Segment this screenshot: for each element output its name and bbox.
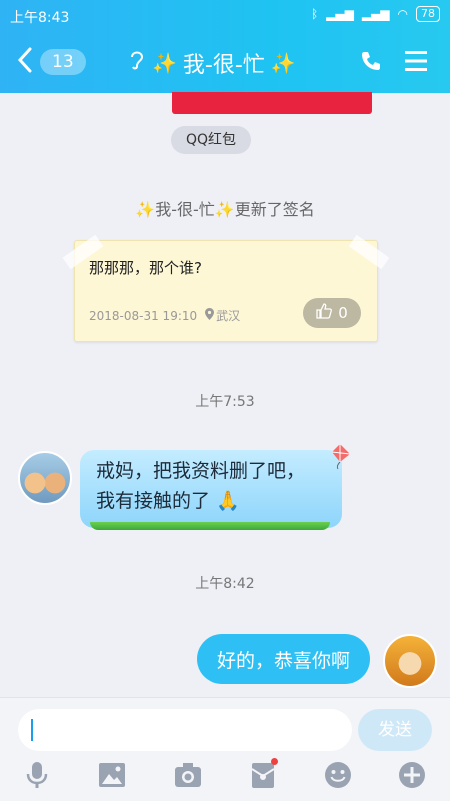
text-caret	[31, 719, 33, 741]
incoming-message-text: 我有接触的了	[96, 490, 211, 512]
battery-level: 78	[416, 6, 440, 22]
status-icons: ᛒ ▂▄▆ ▂▄▆ ◠ 78	[311, 6, 440, 22]
message-input[interactable]	[18, 709, 352, 751]
like-count: 0	[338, 304, 348, 322]
like-button[interactable]: 0	[303, 298, 361, 328]
contact-avatar[interactable]	[18, 451, 72, 505]
outgoing-message-text: 好的，恭喜你啊	[216, 649, 350, 672]
new-indicator-dot	[271, 758, 278, 765]
incoming-message-bubble[interactable]: 戒妈，把我资料删了吧， 我有接触的了 🙏	[80, 444, 351, 530]
back-chevron-icon	[16, 47, 34, 77]
send-button[interactable]: 发送	[358, 709, 432, 751]
signature-date: 2018-08-31 19:10	[89, 308, 198, 323]
sparkle-icon: ✨	[152, 51, 177, 75]
message-timestamp: 上午8:42	[195, 576, 255, 592]
camera-icon[interactable]	[173, 760, 203, 790]
back-button[interactable]: 13	[16, 46, 90, 78]
chat-title[interactable]: ✨ 我-很-忙 ✨	[128, 47, 296, 79]
signature-location: 武汉	[216, 309, 241, 323]
menu-icon[interactable]	[404, 50, 428, 72]
microphone-icon[interactable]	[22, 760, 52, 790]
phone-icon[interactable]	[360, 50, 382, 72]
chat-title-text: 我-很-忙	[182, 53, 265, 78]
red-packet-icon[interactable]	[248, 758, 278, 790]
image-icon[interactable]	[97, 760, 127, 790]
signature-update-text: 更新了签名	[234, 200, 315, 219]
outgoing-message-bubble[interactable]: 好的，恭喜你啊	[197, 634, 370, 684]
wifi-icon: ◠	[397, 7, 408, 21]
my-avatar[interactable]	[383, 634, 437, 688]
grass-decoration	[90, 522, 330, 530]
emoji-icon[interactable]	[323, 760, 353, 790]
thumbs-up-icon	[316, 303, 333, 323]
plus-icon[interactable]	[397, 760, 427, 790]
signature-card[interactable]: 那那那，那个谁? 2018-08-31 19:10 武汉 0	[62, 234, 390, 342]
title-bar: 上午8:43 ᛒ ▂▄▆ ▂▄▆ ◠ 78 13 ✨ 我-很-忙 ✨	[0, 0, 450, 93]
tape-decoration	[348, 234, 390, 270]
red-packet-card[interactable]	[172, 92, 372, 114]
sparkle-icon: ✨	[135, 200, 156, 219]
status-time: 上午8:43	[10, 10, 70, 26]
incoming-message-line: 戒妈，把我资料删了吧，	[96, 460, 306, 482]
kite-icon	[326, 442, 354, 470]
signature-meta: 2018-08-31 19:10 武汉	[89, 307, 240, 324]
bluetooth-icon: ᛒ	[310, 7, 319, 21]
location-pin-icon	[205, 308, 215, 323]
unread-count-badge: 13	[40, 49, 86, 75]
message-timestamp: 上午7:53	[195, 394, 255, 410]
signature-text: 那那那，那个谁?	[89, 259, 202, 277]
status-bar: 上午8:43 ᛒ ▂▄▆ ▂▄▆ ◠ 78	[0, 0, 450, 32]
praying-hands-icon: 🙏	[216, 490, 240, 512]
red-packet-chip: QQ红包	[171, 126, 251, 154]
signature-user-name[interactable]: 我-很-忙	[155, 200, 215, 219]
sparkle-icon: ✨	[214, 200, 235, 219]
signal-icon: ▂▄▆	[326, 7, 354, 21]
input-bar: 发送	[0, 697, 450, 801]
signature-update-notice: ✨我-很-忙✨更新了签名	[0, 196, 450, 220]
ear-icon	[128, 49, 146, 77]
chat-nav: 13 ✨ 我-很-忙 ✨	[0, 32, 450, 92]
signal-icon-2: ▂▄▆	[361, 7, 390, 21]
incoming-message-line: 我有接触的了 🙏	[96, 486, 326, 516]
sparkle-icon: ✨	[270, 51, 296, 75]
input-toolbar	[0, 756, 450, 796]
